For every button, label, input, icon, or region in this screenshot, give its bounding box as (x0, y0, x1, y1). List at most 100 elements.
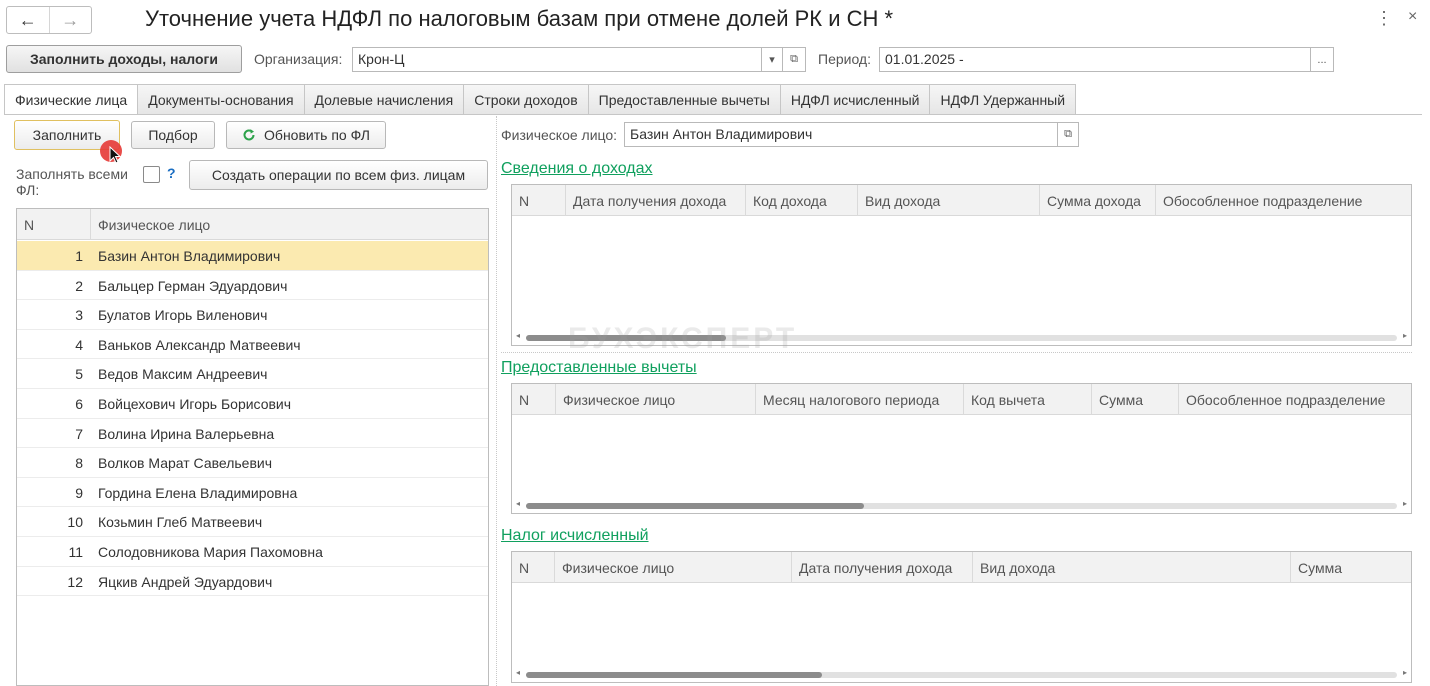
period-select-button[interactable]: ... (1310, 47, 1334, 72)
row-number: 10 (67, 514, 83, 531)
deductions-col-n[interactable]: N (512, 384, 556, 415)
more-icon[interactable]: ⋮ (1375, 8, 1393, 29)
select-button[interactable]: Подбор (131, 121, 215, 149)
row-number: 3 (75, 307, 83, 324)
tab-base-documents[interactable]: Документы-основания (138, 84, 305, 114)
row-person-name: Булатов Игорь Виленович (98, 307, 268, 324)
tab-bar: Физические лица Документы-основания Доле… (4, 84, 1077, 115)
scroll-right-icon[interactable]: ▸ (1403, 499, 1407, 508)
income-col-date[interactable]: Дата получения дохода (566, 185, 746, 216)
tax-table: N Физическое лицо Дата получения дохода … (511, 551, 1412, 683)
tab-tax-withheld[interactable]: НДФЛ Удержанный (930, 84, 1077, 114)
deductions-col-code[interactable]: Код вычета (964, 384, 1092, 415)
row-person-name: Базин Антон Владимирович (98, 248, 281, 264)
income-col-division[interactable]: Обособленное подразделение (1156, 185, 1411, 216)
tax-table-header: N Физическое лицо Дата получения дохода … (512, 552, 1411, 583)
person-label: Физическое лицо: (501, 127, 618, 143)
window-title: Уточнение учета НДФЛ по налоговым базам … (145, 6, 894, 31)
deductions-col-division[interactable]: Обособленное подразделение (1179, 384, 1411, 415)
close-icon[interactable]: × (1408, 8, 1417, 26)
row-person-name: Ваньков Александр Матвеевич (98, 336, 301, 353)
tab-share-accruals[interactable]: Долевые начисления (304, 84, 465, 114)
table-row[interactable]: 3 Булатов Игорь Виленович (17, 300, 488, 330)
income-section-title[interactable]: Сведения о доходах (501, 160, 653, 178)
forward-button[interactable]: → (48, 7, 92, 33)
refresh-by-person-label: Обновить по ФЛ (264, 127, 370, 143)
row-number: 5 (75, 366, 83, 383)
scroll-left-icon[interactable]: ◂ (516, 499, 520, 508)
organization-field[interactable]: Крон-Ц (352, 47, 762, 72)
person-field[interactable]: Базин Антон Владимирович (624, 122, 1058, 147)
scroll-thumb[interactable] (526, 503, 864, 509)
tab-individuals[interactable]: Физические лица (4, 84, 139, 115)
deductions-col-person[interactable]: Физическое лицо (556, 384, 756, 415)
row-number: 6 (75, 396, 83, 412)
deductions-col-month[interactable]: Месяц налогового периода (756, 384, 964, 415)
table-row[interactable]: 1 Базин Антон Владимирович (17, 241, 488, 271)
panel-divider (496, 116, 497, 686)
row-number: 12 (67, 573, 83, 590)
row-person-name: Волина Ирина Валерьевна (98, 425, 275, 442)
organization-open-button[interactable]: ⧉ (782, 47, 806, 72)
column-header-n[interactable]: N (17, 209, 91, 240)
period-field[interactable]: 01.01.2025 - (879, 47, 1311, 72)
table-row[interactable]: 12 Яцкив Андрей Эдуардович (17, 567, 488, 597)
table-row[interactable]: 7 Волина Ирина Валерьевна (17, 419, 488, 449)
row-person-name: Бальцер Герман Эдуардович (98, 277, 288, 294)
watermark-logo: БУХЭКСПЕРТ (568, 322, 798, 355)
fill-all-label: Заполнять всеми (16, 166, 128, 182)
deductions-section-title[interactable]: Предоставленные вычеты (501, 359, 697, 377)
table-row[interactable]: 6 Войцехович Игорь Борисович (17, 389, 488, 419)
row-person-name: Войцехович Игорь Борисович (98, 396, 292, 412)
tax-horizontal-scrollbar[interactable]: ◂ ▸ (514, 668, 1409, 680)
income-col-code[interactable]: Код дохода (746, 185, 858, 216)
income-col-n[interactable]: N (512, 185, 566, 216)
tax-section-title[interactable]: Налог исчисленный (501, 527, 649, 545)
tab-tax-calculated[interactable]: НДФЛ исчисленный (780, 84, 931, 114)
scroll-left-icon[interactable]: ◂ (516, 331, 520, 340)
table-row[interactable]: 5 Ведов Максим Андреевич (17, 359, 488, 389)
scroll-thumb[interactable] (526, 672, 822, 678)
tab-income-lines[interactable]: Строки доходов (464, 84, 589, 114)
create-operations-button[interactable]: Создать операции по всем физ. лицам (189, 160, 488, 190)
income-col-amount[interactable]: Сумма дохода (1040, 185, 1156, 216)
row-number: 4 (75, 336, 83, 353)
organization-dropdown-button[interactable]: ▾ (761, 47, 783, 72)
person-open-button[interactable]: ⧉ (1057, 122, 1079, 147)
fill-income-taxes-button[interactable]: Заполнить доходы, налоги (6, 45, 242, 73)
tax-col-type[interactable]: Вид дохода (973, 552, 1291, 583)
tab-deductions[interactable]: Предоставленные вычеты (588, 84, 781, 114)
refresh-icon (242, 128, 256, 142)
row-number: 8 (75, 455, 83, 472)
tax-col-n[interactable]: N (512, 552, 555, 583)
deductions-table: N Физическое лицо Месяц налогового перио… (511, 383, 1412, 514)
refresh-by-person-button[interactable]: Обновить по ФЛ (226, 121, 386, 149)
scroll-right-icon[interactable]: ▸ (1403, 331, 1407, 340)
table-header: N Физическое лицо (17, 209, 488, 240)
table-row[interactable]: 2 Бальцер Герман Эдуардович (17, 271, 488, 301)
income-table-header: N Дата получения дохода Код дохода Вид д… (512, 185, 1411, 216)
row-person-name: Ведов Максим Андреевич (98, 366, 268, 383)
scroll-left-icon[interactable]: ◂ (516, 668, 520, 677)
scroll-right-icon[interactable]: ▸ (1403, 668, 1407, 677)
deductions-horizontal-scrollbar[interactable]: ◂ ▸ (514, 499, 1409, 511)
table-row[interactable]: 11 Солодовникова Мария Пахомовна (17, 537, 488, 567)
fill-all-checkbox[interactable] (143, 166, 160, 183)
row-number: 11 (68, 544, 83, 560)
table-row[interactable]: 4 Ваньков Александр Матвеевич (17, 330, 488, 360)
table-row[interactable]: 8 Волков Марат Савельевич (17, 448, 488, 478)
column-header-person[interactable]: Физическое лицо (91, 209, 488, 240)
arrow-right-icon: → (61, 9, 80, 30)
income-col-type[interactable]: Вид дохода (858, 185, 1040, 216)
back-button[interactable]: ← (7, 7, 49, 33)
deductions-col-amount[interactable]: Сумма (1092, 384, 1179, 415)
table-row[interactable]: 9 Гордина Елена Владимировна (17, 478, 488, 508)
tax-col-person[interactable]: Физическое лицо (555, 552, 792, 583)
mouse-cursor-icon (109, 145, 122, 167)
tax-col-date[interactable]: Дата получения дохода (792, 552, 973, 583)
chevron-down-icon: ▾ (769, 54, 775, 66)
organization-label: Организация: (254, 51, 343, 67)
tax-col-amount[interactable]: Сумма (1291, 552, 1411, 583)
table-row[interactable]: 10 Козьмин Глеб Матвеевич (17, 507, 488, 537)
help-icon[interactable]: ? (167, 165, 176, 181)
